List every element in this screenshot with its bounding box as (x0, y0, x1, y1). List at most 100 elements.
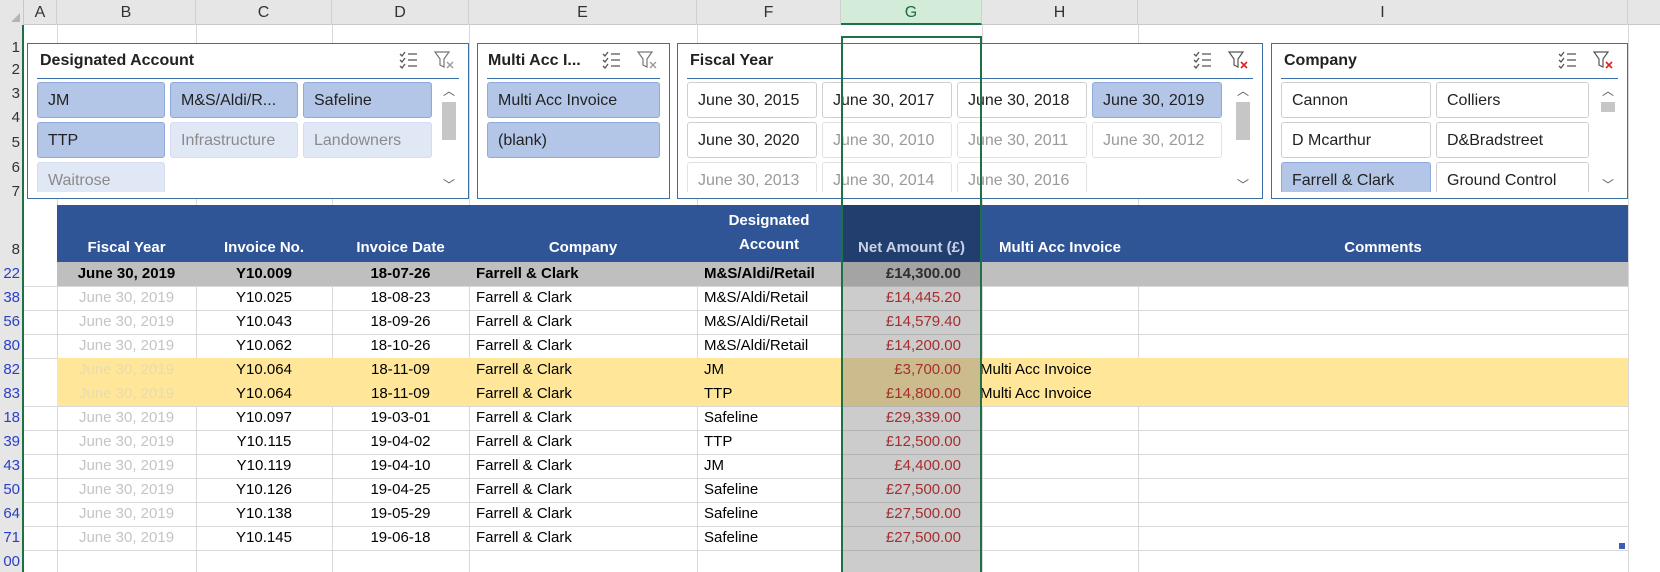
column-header-g[interactable]: G (841, 0, 982, 25)
cell-designated-account[interactable]: M&S/Aldi/Retail (697, 262, 825, 286)
cell-fiscal-year[interactable]: June 30, 2019 (57, 382, 196, 406)
slicer-scrollbar[interactable]: ︿ ﹀ (439, 84, 459, 192)
cell-designated-account[interactable]: Safeline (697, 526, 825, 550)
cell-comments[interactable] (1120, 358, 1628, 382)
cell-company[interactable]: Farrell & Clark (469, 334, 697, 358)
multi-select-icon[interactable] (1192, 50, 1212, 70)
cell-invoice-date[interactable]: 19-04-10 (332, 454, 469, 478)
slicer-item-infrastructure[interactable]: Infrastructure (170, 122, 298, 158)
clear-filter-icon[interactable] (1228, 50, 1248, 70)
scroll-thumb[interactable] (442, 102, 456, 140)
select-all-corner[interactable] (0, 0, 24, 25)
row-header[interactable]: 7 (0, 183, 22, 200)
slicer-item-jm[interactable]: JM (37, 82, 165, 118)
cell-company[interactable]: Farrell & Clark (469, 382, 697, 406)
cell-company[interactable]: Farrell & Clark (469, 310, 697, 334)
row-header[interactable]: 43 (0, 457, 22, 474)
scroll-down-icon[interactable]: ﹀ (1600, 178, 1616, 192)
row-header[interactable]: 18 (0, 409, 22, 426)
row-header[interactable]: 83 (0, 385, 22, 402)
cell-designated-account[interactable]: TTP (697, 430, 825, 454)
row-header[interactable]: 00 (0, 553, 22, 570)
multi-select-icon[interactable] (398, 50, 418, 70)
cell-designated-account[interactable]: M&S/Aldi/Retail (697, 286, 825, 310)
slicer-item-cannon[interactable]: Cannon (1281, 82, 1431, 118)
cell-comments[interactable] (1120, 334, 1628, 358)
cell-invoice-no[interactable]: Y10.138 (196, 502, 332, 526)
cell-comments[interactable] (1120, 310, 1628, 334)
cell-fiscal-year[interactable]: June 30, 2019 (57, 430, 196, 454)
column-header-a[interactable]: A (24, 0, 57, 25)
slicer-item-2019[interactable]: June 30, 2019 (1092, 82, 1222, 118)
cell-invoice-date[interactable]: 19-04-02 (332, 430, 469, 454)
cell-comments[interactable] (1120, 262, 1628, 286)
slicer-scrollbar[interactable]: ︿ ﹀ (1598, 84, 1618, 192)
cell-invoice-date[interactable]: 18-07-26 (332, 262, 469, 286)
slicer-multi-acc-invoice[interactable]: Multi Acc I... Multi Acc Invoice (blank) (477, 43, 670, 199)
cell-designated-account[interactable]: M&S/Aldi/Retail (697, 310, 825, 334)
slicer-item-msaldi[interactable]: M&S/Aldi/R... (170, 82, 298, 118)
slicer-scrollbar[interactable]: ︿ ﹀ (1233, 84, 1253, 192)
cell-comments[interactable] (1120, 502, 1628, 526)
column-header-c[interactable]: C (196, 0, 332, 25)
cell-invoice-no[interactable]: Y10.025 (196, 286, 332, 310)
cell-multi-acc-invoice[interactable] (964, 502, 1120, 526)
slicer-item-landowners[interactable]: Landowners (303, 122, 432, 158)
row-header[interactable]: 64 (0, 505, 22, 522)
cell-comments[interactable] (1120, 286, 1628, 310)
column-header-b[interactable]: B (57, 0, 196, 25)
slicer-item-farrell-clark[interactable]: Farrell & Clark (1281, 162, 1431, 192)
row-header[interactable]: 2 (0, 61, 22, 78)
cell-company[interactable]: Farrell & Clark (469, 478, 697, 502)
cell-fiscal-year[interactable]: June 30, 2019 (57, 358, 196, 382)
cell-designated-account[interactable]: JM (697, 358, 825, 382)
slicer-item-2020[interactable]: June 30, 2020 (687, 122, 817, 158)
cell-designated-account[interactable]: TTP (697, 382, 825, 406)
cell-invoice-no[interactable]: Y10.097 (196, 406, 332, 430)
cell-company[interactable]: Farrell & Clark (469, 262, 697, 286)
cell-invoice-date[interactable]: 19-06-18 (332, 526, 469, 550)
slicer-item-multi-acc-invoice[interactable]: Multi Acc Invoice (487, 82, 660, 118)
cell-multi-acc-invoice[interactable] (964, 286, 1120, 310)
row-header[interactable]: 3 (0, 85, 22, 102)
column-header-f[interactable]: F (697, 0, 841, 25)
column-header-h[interactable]: H (982, 0, 1138, 25)
row-header[interactable]: 71 (0, 529, 22, 546)
multi-select-icon[interactable] (1557, 50, 1577, 70)
slicer-designated-account[interactable]: Designated Account JM M&S/Aldi/R... Safe… (27, 43, 469, 199)
row-header[interactable]: 5 (0, 134, 22, 151)
scroll-thumb[interactable] (1601, 102, 1615, 112)
cell-invoice-no[interactable]: Y10.043 (196, 310, 332, 334)
cell-invoice-no[interactable]: Y10.126 (196, 478, 332, 502)
cell-invoice-date[interactable]: 18-08-23 (332, 286, 469, 310)
cell-fiscal-year[interactable]: June 30, 2019 (57, 454, 196, 478)
cell-designated-account[interactable]: M&S/Aldi/Retail (697, 334, 825, 358)
clear-filter-icon[interactable] (434, 50, 454, 70)
slicer-item-dbradstreet[interactable]: D&Bradstreet (1436, 122, 1589, 158)
cell-fiscal-year[interactable]: June 30, 2019 (57, 526, 196, 550)
cell-company[interactable]: Farrell & Clark (469, 430, 697, 454)
slicer-item-2012[interactable]: June 30, 2012 (1092, 122, 1222, 158)
cell-company[interactable]: Farrell & Clark (469, 526, 697, 550)
header-comments[interactable]: Comments (1138, 205, 1628, 262)
cell-comments[interactable] (1120, 382, 1628, 406)
cell-invoice-no[interactable]: Y10.009 (196, 262, 332, 286)
scroll-up-icon[interactable]: ︿ (1235, 84, 1251, 98)
slicer-item-2015[interactable]: June 30, 2015 (687, 82, 817, 118)
cell-multi-acc-invoice[interactable] (964, 526, 1120, 550)
scroll-up-icon[interactable]: ︿ (1600, 84, 1616, 98)
scroll-down-icon[interactable]: ﹀ (441, 178, 457, 192)
cell-invoice-date[interactable]: 19-05-29 (332, 502, 469, 526)
cell-fiscal-year[interactable]: June 30, 2019 (57, 334, 196, 358)
multi-select-icon[interactable] (601, 50, 621, 70)
row-header[interactable]: 1 (0, 39, 22, 56)
cell-invoice-no[interactable]: Y10.064 (196, 358, 332, 382)
cell-fiscal-year[interactable]: June 30, 2019 (57, 478, 196, 502)
cell-designated-account[interactable]: JM (697, 454, 825, 478)
slicer-item-ttp[interactable]: TTP (37, 122, 165, 158)
cell-invoice-no[interactable]: Y10.115 (196, 430, 332, 454)
row-header[interactable]: 4 (0, 109, 22, 126)
column-header-i[interactable]: I (1138, 0, 1628, 25)
cell-multi-acc-invoice[interactable] (964, 430, 1120, 454)
row-header[interactable]: 50 (0, 481, 22, 498)
